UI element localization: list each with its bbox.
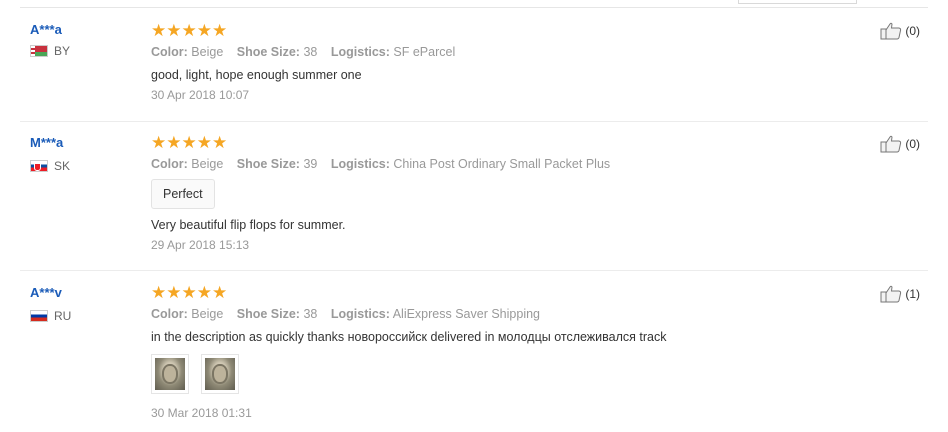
reviewer-name[interactable]: M***a: [30, 135, 63, 150]
review-photos: [151, 354, 791, 394]
review-item: A***v RU ★★★★★ Color: Beige Shoe Size: 3…: [20, 271, 928, 432]
order-attributes: Color: Beige Shoe Size: 39 Logistics: Ch…: [151, 157, 791, 171]
top-divider: [0, 0, 948, 8]
shoe-size-label: Shoe Size:: [236, 307, 300, 321]
sort-dropdown-edge[interactable]: [738, 0, 857, 4]
like-count: (0): [905, 137, 920, 151]
rating-stars: ★★★★★: [151, 133, 228, 152]
country-code: RU: [54, 309, 72, 323]
shoe-size-label: Shoe Size:: [236, 157, 300, 171]
logistics-label: Logistics:: [330, 45, 390, 59]
flag-ru-icon: [30, 310, 48, 322]
review-photo-thumbnail[interactable]: [201, 354, 239, 394]
review-text: good, light, hope enough summer one: [151, 68, 362, 82]
like-button[interactable]: (0): [880, 22, 920, 40]
like-button[interactable]: (0): [880, 135, 920, 153]
country-code: BY: [54, 44, 71, 58]
review-date: 30 Mar 2018 01:31: [151, 406, 252, 420]
logistics-label: Logistics:: [330, 157, 390, 171]
color-label: Color:: [151, 157, 188, 171]
divider-line: [20, 7, 928, 8]
logistics-value: China Post Ordinary Small Packet Plus: [393, 157, 611, 171]
review-date: 29 Apr 2018 15:13: [151, 238, 250, 252]
order-attributes: Color: Beige Shoe Size: 38 Logistics: Al…: [151, 307, 791, 321]
color-value: Beige: [191, 45, 224, 59]
color-value: Beige: [191, 157, 224, 171]
color-label: Color:: [151, 307, 188, 321]
order-attributes: Color: Beige Shoe Size: 38 Logistics: SF…: [151, 45, 791, 59]
review-content: ★★★★★ Color: Beige Shoe Size: 38 Logisti…: [151, 284, 791, 420]
reviewer-country: SK: [30, 159, 70, 173]
review-text: in the description as quickly thanks нов…: [151, 330, 667, 344]
shoe-size-label: Shoe Size:: [236, 45, 300, 59]
logistics-label: Logistics:: [330, 307, 390, 321]
reviewer-country: RU: [30, 309, 71, 323]
review-item: A***a BY ★★★★★ Color: Beige Shoe Size: 3…: [20, 22, 928, 122]
flag-by-icon: [30, 45, 48, 57]
review-text: Very beautiful flip flops for summer.: [151, 218, 346, 232]
review-content: ★★★★★ Color: Beige Shoe Size: 39 Logisti…: [151, 134, 791, 252]
country-code: SK: [54, 159, 71, 173]
photo-image: [205, 358, 235, 390]
photo-image: [155, 358, 185, 390]
shoe-size-value: 38: [303, 45, 318, 59]
color-value: Beige: [191, 307, 224, 321]
like-count: (1): [905, 287, 920, 301]
like-count: (0): [905, 24, 920, 38]
thumbs-up-icon: [880, 135, 902, 153]
reviewer-country: BY: [30, 44, 70, 58]
shoe-size-value: 38: [303, 307, 318, 321]
color-label: Color:: [151, 45, 188, 59]
logistics-value: AliExpress Saver Shipping: [392, 307, 540, 321]
reviewer-name[interactable]: A***a: [30, 22, 62, 37]
shoe-size-value: 39: [303, 157, 318, 171]
flag-sk-icon: [30, 160, 48, 172]
logistics-value: SF eParcel: [393, 45, 456, 59]
review-date: 30 Apr 2018 10:07: [151, 88, 250, 102]
thumbs-up-icon: [880, 285, 902, 303]
review-content: ★★★★★ Color: Beige Shoe Size: 38 Logisti…: [151, 21, 791, 103]
reviewer-name[interactable]: A***v: [30, 285, 62, 300]
review-item: M***a SK ★★★★★ Color: Beige Shoe Size: 3…: [20, 122, 928, 271]
like-button[interactable]: (1): [880, 285, 920, 303]
thumbs-up-icon: [880, 22, 902, 40]
review-photo-thumbnail[interactable]: [151, 354, 189, 394]
review-tag: Perfect: [151, 179, 215, 209]
rating-stars: ★★★★★: [151, 21, 228, 40]
rating-stars: ★★★★★: [151, 283, 228, 302]
